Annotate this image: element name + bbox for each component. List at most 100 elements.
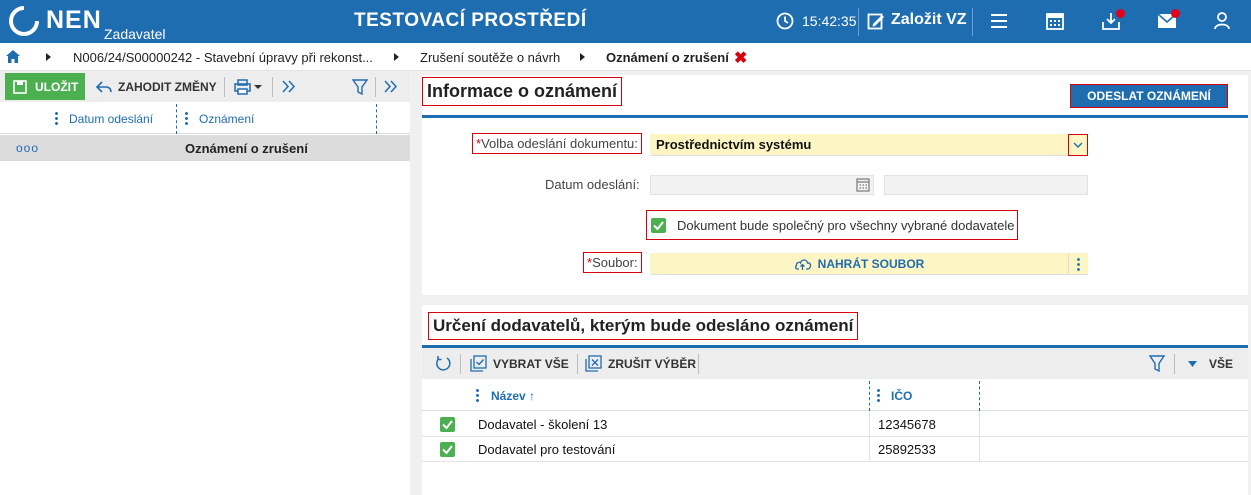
suppliers-table-header: Název ↑ IČO [422,381,1248,411]
column-ico[interactable]: IČO [891,389,912,403]
calendar-icon[interactable] [856,178,870,192]
checkbox-checked[interactable] [440,417,455,432]
upload-file-button[interactable]: NAHRÁT SOUBOR [650,253,1068,275]
mail-notification-badge [1171,9,1180,18]
nen-logo-icon[interactable] [8,5,40,37]
checkbox-checked[interactable] [440,442,455,457]
left-panel: ULOŽIT ZAHODIT ZMĚNY Datum odeslání Ozná… [0,71,410,495]
cell-divider [869,412,870,437]
cell-divider [869,437,870,462]
undo-icon [96,80,112,93]
breadcrumb-current: Oznámení o zrušení [606,50,729,65]
checkbox-checked[interactable] [651,218,666,233]
info-card: Informace o oznámení ODESLAT OZNÁMENÍ *V… [422,75,1248,295]
cloud-upload-icon [794,259,811,270]
column-grip-icon[interactable] [877,388,880,404]
print-icon[interactable] [234,79,264,95]
session-clock: 15:42:35 [802,13,857,29]
double-chevron-right-icon[interactable] [384,80,398,93]
more-options-icon[interactable] [1068,253,1088,275]
chevron-right-icon [580,53,585,61]
breadcrumb: N006/24/S00000242 - Stavební úpravy při … [0,43,1251,71]
date-sent-label: Datum odeslání: [545,177,640,192]
column-name[interactable]: Název ↑ [491,389,535,403]
section-title-suppliers: Určení dodavatelů, kterým bude odesláno … [428,312,859,340]
separator [577,354,578,374]
send-method-select[interactable]: Prostřednictvím systému [650,134,1088,156]
chevron-down-icon[interactable] [1068,134,1088,156]
column-divider [869,381,870,411]
cell-divider [979,437,980,462]
calendar-icon[interactable] [1046,12,1064,30]
create-contract-button[interactable]: Založit VZ [891,11,967,29]
file-label: *Soubor: [583,252,642,273]
separator [272,77,273,97]
send-method-label: *Volba odeslání dokumentu: [472,133,642,154]
refresh-icon[interactable] [435,355,452,372]
section-title-info: Informace o oznámení [422,77,623,106]
common-document-checkbox-row[interactable]: Dokument bude společný pro všechny vybra… [646,210,1018,240]
column-grip-icon[interactable] [55,111,58,127]
home-icon[interactable] [6,50,20,63]
top-bar: NEN Zadavatel TESTOVACÍ PROSTŘEDÍ 15:42:… [0,0,1251,43]
column-divider [376,104,377,134]
filter-icon[interactable] [1149,355,1165,372]
environment-title: TESTOVACÍ PROSTŘEDÍ [354,10,587,31]
supplier-ico: 12345678 [878,417,936,432]
close-icon[interactable]: ✖ [734,48,747,68]
filter-icon[interactable] [352,79,368,95]
discard-label: ZAHODIT ZMĚNY [118,79,217,94]
list-item[interactable]: ooo Oznámení o zrušení [0,135,410,161]
breadcrumb-contract[interactable]: N006/24/S00000242 - Stavební úpravy při … [73,50,373,65]
separator [375,77,376,97]
separator [460,354,461,374]
right-panel: Informace o oznámení ODESLAT OZNÁMENÍ *V… [410,71,1251,495]
breadcrumb-cancellation[interactable]: Zrušení soutěže o návrh [420,50,560,65]
double-chevron-right-icon[interactable] [282,80,296,93]
table-row[interactable]: Dodavatel - školení 13 12345678 [422,412,1248,437]
clock-icon [776,12,794,30]
time-sent-input[interactable] [884,175,1088,195]
column-divider [176,104,177,134]
discard-changes-button[interactable]: ZAHODIT ZMĚNY [96,73,217,100]
save-button[interactable]: ULOŽIT [5,73,85,100]
suppliers-toolbar: VYBRAT VŠE ZRUŠIT VÝBĚR VŠE [422,348,1248,379]
save-label: ULOŽIT [35,79,79,94]
separator [972,8,973,36]
separator [858,8,859,36]
list-item-label: Oznámení o zrušení [185,141,308,156]
date-sent-input[interactable] [650,175,874,195]
send-method-value: Prostřednictvím systému [656,137,812,152]
column-grip-icon[interactable] [185,111,188,127]
column-notice[interactable]: Oznámení [199,112,254,126]
file-upload-field[interactable]: NAHRÁT SOUBOR [650,253,1088,275]
suppliers-card: Určení dodavatelů, kterým bude odesláno … [422,305,1248,495]
sort-ascending-icon: ↑ [529,389,536,403]
common-document-label: Dokument bude společný pro všechny vybra… [677,218,1015,233]
chevron-right-icon [394,53,399,61]
row-actions-icon[interactable]: ooo [16,141,39,155]
separator [698,354,699,374]
edit-icon[interactable] [867,12,885,30]
clear-selection-label: ZRUŠIT VÝBĚR [608,356,697,371]
filter-scope-label: VŠE [1209,356,1234,371]
separator [224,77,225,97]
cell-divider [979,412,980,437]
filter-scope-dropdown[interactable]: VŠE [1188,348,1233,379]
column-divider [979,381,980,411]
caret-down-icon [1188,360,1197,367]
left-table-header: Datum odeslání Oznámení [0,104,410,134]
menu-icon[interactable] [990,12,1008,30]
brand-name[interactable]: NEN [46,6,102,35]
save-icon [13,79,27,94]
left-toolbar: ULOŽIT ZAHODIT ZMĚNY [0,71,410,102]
send-notice-button[interactable]: ODESLAT OZNÁMENÍ [1070,84,1228,108]
clear-selection-button[interactable]: ZRUŠIT VÝBĚR [585,348,696,379]
supplier-name: Dodavatel - školení 13 [478,417,608,432]
column-grip-icon[interactable] [476,388,479,404]
select-all-icon [470,355,487,372]
table-row[interactable]: Dodavatel pro testování 25892533 [422,437,1248,462]
user-icon[interactable] [1214,12,1230,30]
column-date-sent[interactable]: Datum odeslání [69,112,153,126]
select-all-button[interactable]: VYBRAT VŠE [470,348,569,379]
